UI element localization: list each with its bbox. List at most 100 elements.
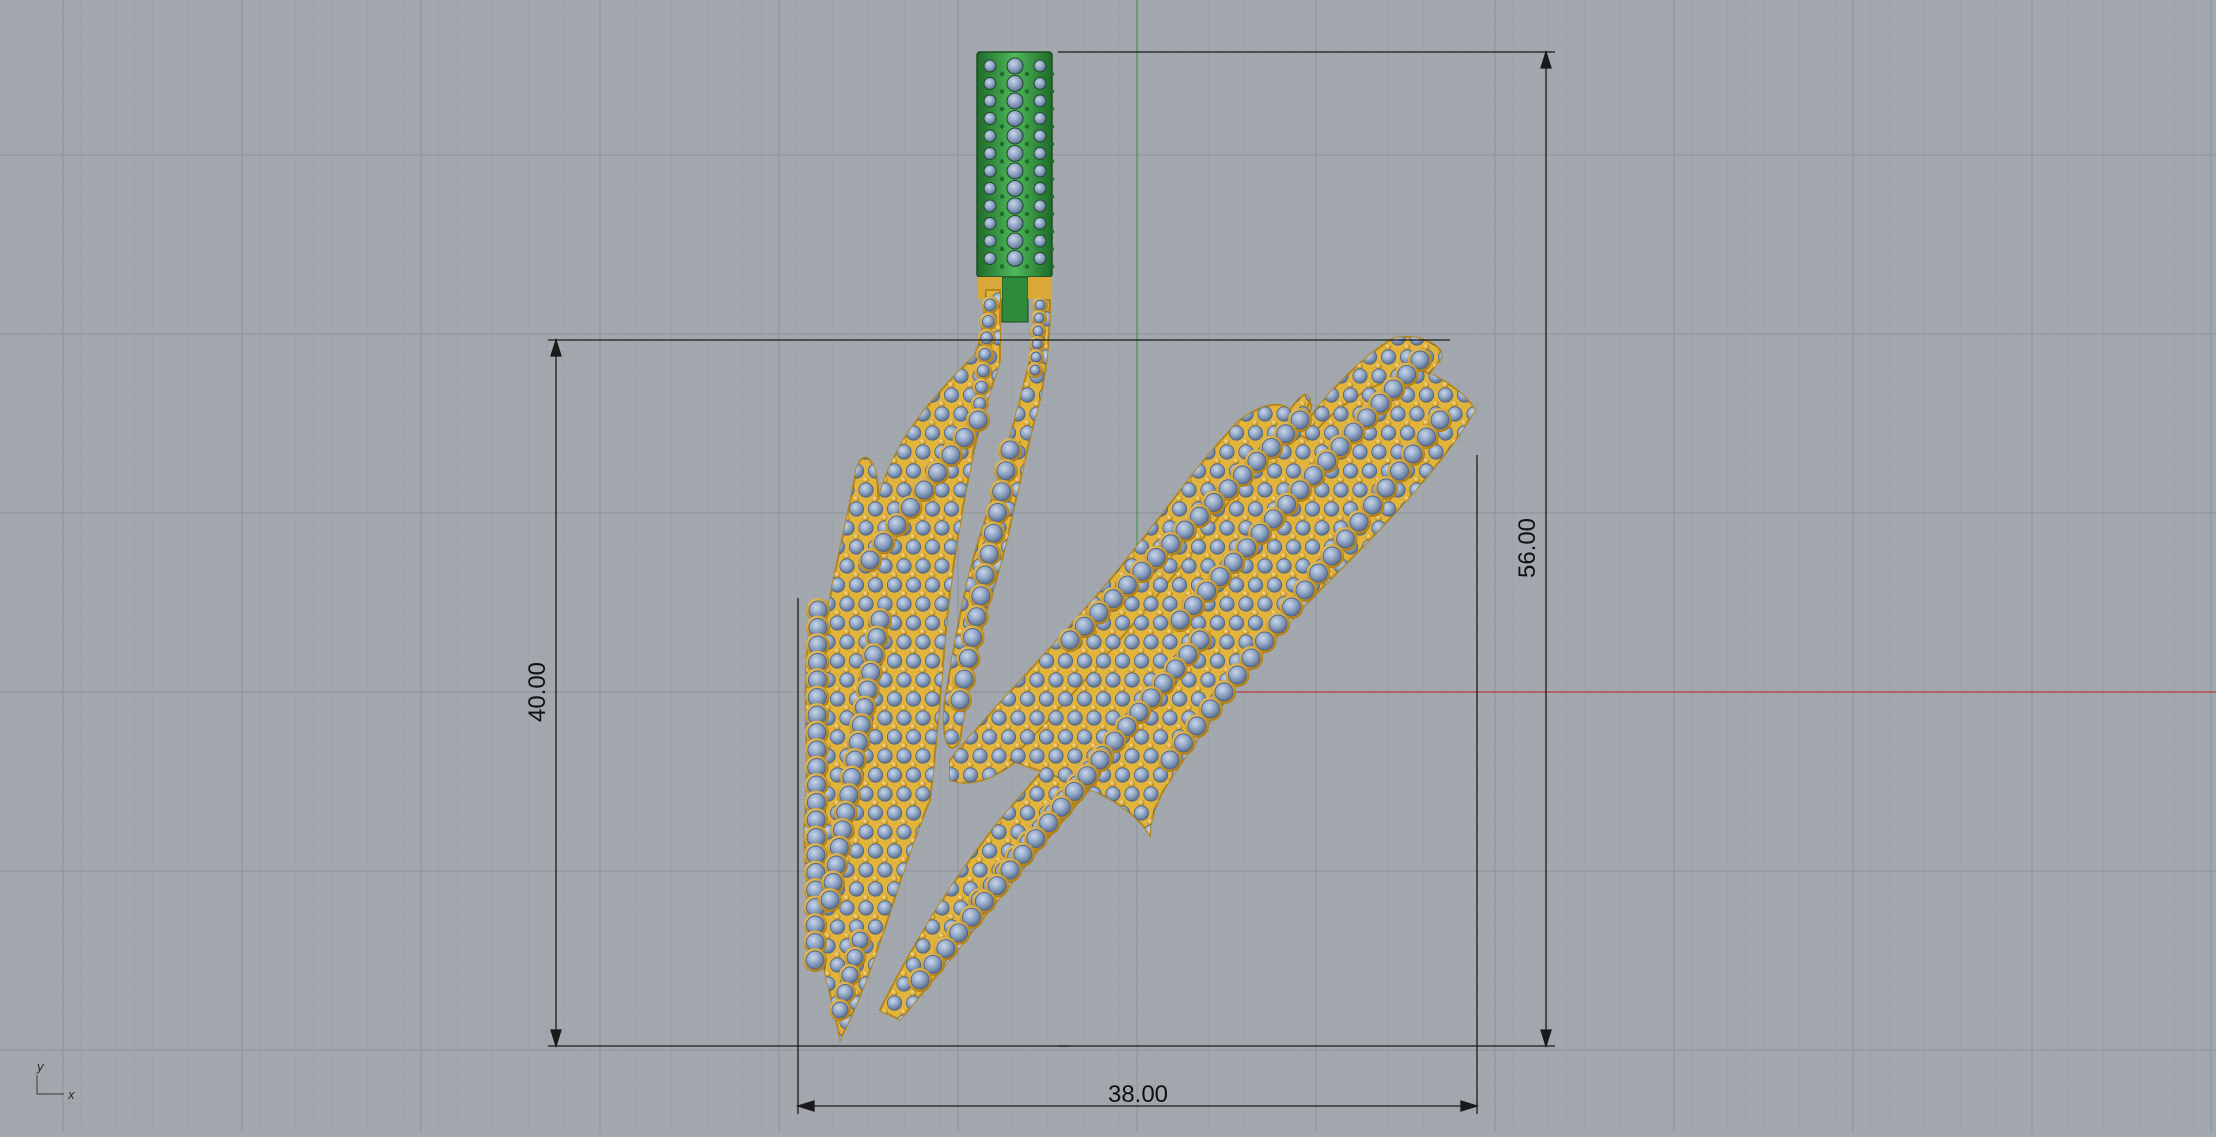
pave-stone [1219, 824, 1235, 840]
pave-stone [1390, 976, 1406, 992]
pave-stone [886, 311, 903, 327]
prong [1118, 343, 1126, 351]
prong [947, 761, 955, 769]
prong [862, 590, 869, 598]
edge-stone [1000, 440, 1020, 460]
pave-stone [839, 406, 855, 422]
edge-stone [958, 648, 978, 668]
prong [871, 913, 879, 921]
pave-stone [1276, 558, 1292, 574]
pave-stone [1399, 957, 1416, 973]
pave-stone [962, 501, 979, 517]
prong [1194, 875, 1202, 883]
pave-stone [1333, 938, 1349, 954]
pendant-body[interactable] [783, 289, 1496, 1053]
edge-stone [1430, 410, 1450, 430]
prong [1432, 400, 1439, 408]
pave-stone [1162, 406, 1178, 422]
pendant-model[interactable] [783, 51, 1496, 1053]
pave-stone [1076, 501, 1093, 517]
prong [881, 400, 888, 408]
edge-stone [1228, 665, 1247, 685]
prong [1109, 438, 1116, 446]
prong [1384, 647, 1392, 655]
prong [1232, 913, 1240, 921]
prong [1147, 970, 1154, 978]
pave-stone [1181, 786, 1197, 802]
pave-stone [1257, 710, 1273, 726]
pave-stone [1276, 292, 1292, 308]
pave-stone [1352, 900, 1368, 916]
prong [1156, 723, 1164, 731]
prong [976, 818, 983, 826]
pave-stone [1076, 957, 1093, 973]
pave-stone [1181, 862, 1197, 878]
prong [843, 628, 850, 636]
prong [1403, 419, 1411, 427]
prong [1327, 305, 1335, 313]
edge-stone [980, 331, 994, 345]
bail-prong [1024, 159, 1030, 164]
prong [900, 552, 907, 560]
pave-stone [1114, 311, 1131, 327]
prong [1052, 894, 1059, 902]
prong [833, 533, 841, 541]
pave-stone [877, 330, 893, 346]
prong [843, 362, 850, 370]
prong [1213, 837, 1221, 845]
prong [1403, 305, 1411, 313]
prong [1099, 1027, 1107, 1035]
prong [900, 970, 907, 978]
prong [814, 571, 822, 579]
prong [1061, 1027, 1069, 1035]
prong [833, 913, 841, 921]
prong [1308, 647, 1316, 655]
rhino-top-viewport[interactable]: 56.00 40.00 38.00 y x [0, 0, 2216, 1132]
prong [1014, 514, 1021, 522]
pave-stone [829, 615, 846, 631]
pave-stone [1143, 444, 1159, 460]
prong [1071, 590, 1078, 598]
prong [909, 875, 917, 883]
bail-stone [983, 147, 997, 160]
pave-stone [1048, 938, 1064, 954]
prong [1422, 381, 1430, 389]
pave-stone [1143, 634, 1159, 650]
pave-stone [1010, 976, 1026, 992]
pave-stone [972, 862, 988, 878]
prong [814, 419, 822, 427]
prong [900, 476, 907, 484]
prong [1137, 989, 1145, 997]
pave-stone [1476, 464, 1490, 478]
bail-stone [1033, 112, 1047, 125]
bail-stone [983, 234, 997, 248]
pave-stone [1418, 539, 1435, 555]
pave-stone [877, 710, 893, 726]
prong [1128, 856, 1135, 864]
pave-stone [1447, 596, 1463, 612]
pave-stone [905, 767, 922, 783]
pave-stone [1466, 596, 1475, 612]
prong [1270, 723, 1278, 731]
prong [1299, 666, 1306, 674]
pave-stone [915, 330, 931, 346]
prong [1042, 609, 1050, 617]
pave-stone [1333, 596, 1349, 612]
prong [1327, 913, 1335, 921]
prong [966, 381, 974, 389]
viewport-canvas[interactable]: 56.00 40.00 38.00 y x [0, 0, 2216, 1132]
pave-stone [858, 900, 874, 916]
prong [862, 400, 869, 408]
pave-stone [1086, 330, 1102, 346]
prong [1480, 914, 1487, 921]
prong [1460, 609, 1468, 617]
prong [1299, 628, 1306, 636]
pave-stone [1466, 672, 1475, 688]
pave-stone [1010, 900, 1026, 916]
pave-stone [877, 786, 893, 802]
pave-stone [1380, 805, 1397, 821]
prong [1270, 761, 1278, 769]
pave-stone [1029, 862, 1045, 878]
prong [1128, 742, 1135, 750]
bail[interactable] [976, 51, 1055, 323]
